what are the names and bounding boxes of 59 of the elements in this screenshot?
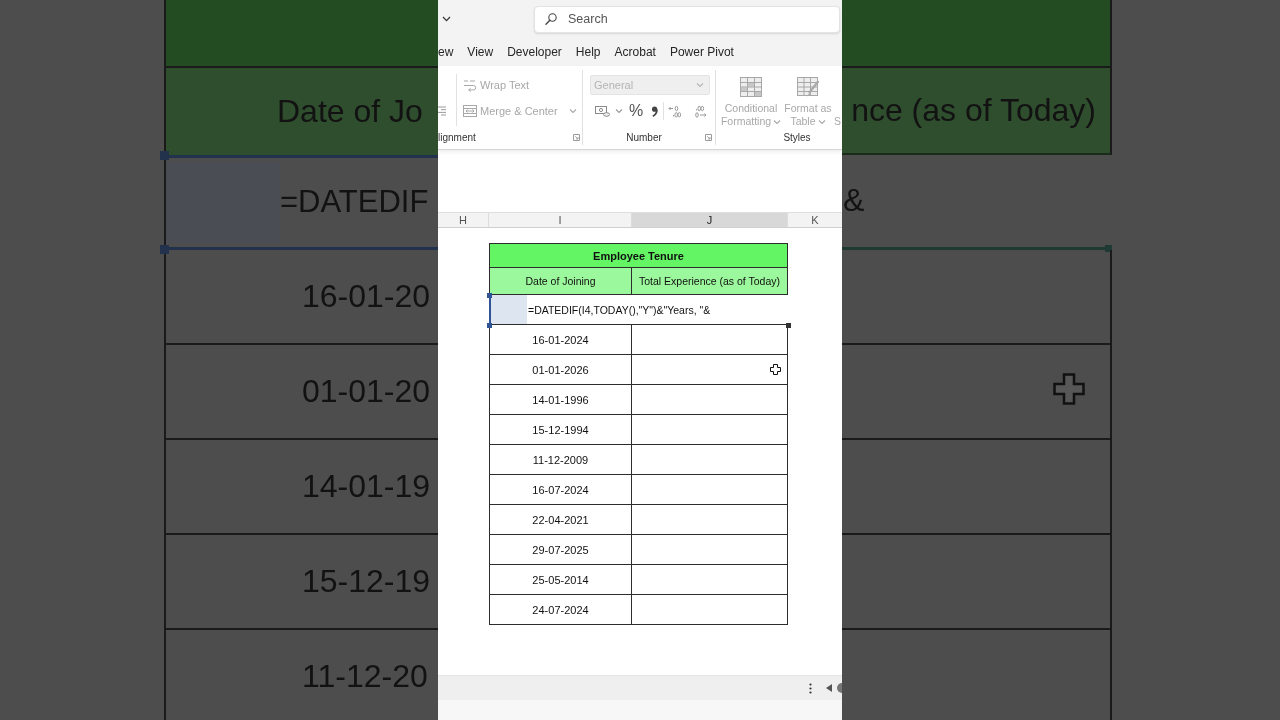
plus-cursor-icon: [770, 364, 781, 375]
date-cell: 11-12-2009: [490, 445, 632, 475]
selection-highlight: [491, 295, 527, 324]
column-header[interactable]: J: [632, 213, 788, 227]
percent-button[interactable]: %: [629, 103, 644, 119]
zoomed-date: 14-01-19: [302, 468, 431, 505]
vertical-dots-icon[interactable]: [809, 682, 812, 694]
comma-icon[interactable]: [651, 105, 659, 117]
column-header[interactable]: H: [438, 213, 489, 227]
merge-cells-icon: [463, 105, 477, 117]
column-heading: Date of Joining: [490, 268, 632, 295]
zoomed-date: 16-01-20: [302, 278, 431, 315]
search-icon: [545, 12, 557, 25]
caret-icon: [696, 82, 704, 88]
zoomed-date: 01-01-20: [302, 373, 431, 410]
table-grid-icon: [739, 76, 763, 98]
money-icon[interactable]: [595, 105, 610, 117]
date-cell: 14-01-1996: [490, 385, 632, 415]
column-header[interactable]: K: [788, 213, 842, 227]
formula-text: =DATEDIF(I4,TODAY(),"Y")&"Years, "&: [528, 303, 711, 316]
group-label: Styles: [782, 132, 812, 143]
zoomed-heading: Date of Jo: [277, 93, 423, 130]
zoomed-formula: =DATEDIF: [280, 185, 429, 220]
menu-tab[interactable]: View: [467, 45, 494, 59]
zoomed-date: 11-12-20: [302, 658, 428, 695]
increase-decimal-icon[interactable]: [668, 104, 682, 118]
date-cell: 29-07-2025: [490, 535, 632, 565]
table-title: Employee Tenure: [490, 244, 788, 268]
text-wrap-icon: [463, 78, 477, 92]
date-cell: 22-04-2021: [490, 505, 632, 535]
zoomed-date: 15-12-19: [302, 563, 431, 600]
menu-tab[interactable]: Help: [575, 45, 601, 59]
selection-handle-icon: [487, 293, 492, 298]
dialog-launcher-icon[interactable]: [705, 134, 712, 141]
date-cell: 01-01-2026: [490, 355, 632, 385]
align-lines-icon[interactable]: [438, 106, 446, 116]
selection-handle-icon: [487, 323, 492, 328]
group-label: lignment: [438, 132, 477, 143]
scroll-left-icon[interactable]: [826, 684, 832, 692]
menu-tab[interactable]: Power Pivot: [669, 45, 734, 59]
date-cell: 15-12-1994: [490, 415, 632, 445]
group-label: Number: [625, 132, 663, 143]
plus-cursor-icon: [1053, 373, 1085, 405]
date-cell: 16-01-2024: [490, 325, 632, 355]
zoomed-formula: &: [843, 183, 865, 219]
table-brush-icon: [796, 76, 820, 98]
dialog-launcher-icon[interactable]: [573, 134, 580, 141]
date-cell: 16-07-2024: [490, 475, 632, 505]
menu-tab[interactable]: ew: [438, 45, 454, 59]
caret-icon[interactable]: [442, 16, 451, 22]
zoomed-heading: nce (as of Today): [851, 92, 1096, 129]
date-cell: 24-07-2024: [490, 595, 632, 625]
search-field[interactable]: Search: [534, 5, 840, 33]
column-heading: Total Experience (as of Today): [632, 268, 788, 295]
decrease-decimal-icon[interactable]: [694, 104, 708, 118]
date-cell: 25-05-2014: [490, 565, 632, 595]
menu-tab[interactable]: Developer: [507, 45, 562, 59]
menu-tab[interactable]: Acrobat: [614, 45, 656, 59]
dropdown-value: General: [594, 79, 634, 91]
